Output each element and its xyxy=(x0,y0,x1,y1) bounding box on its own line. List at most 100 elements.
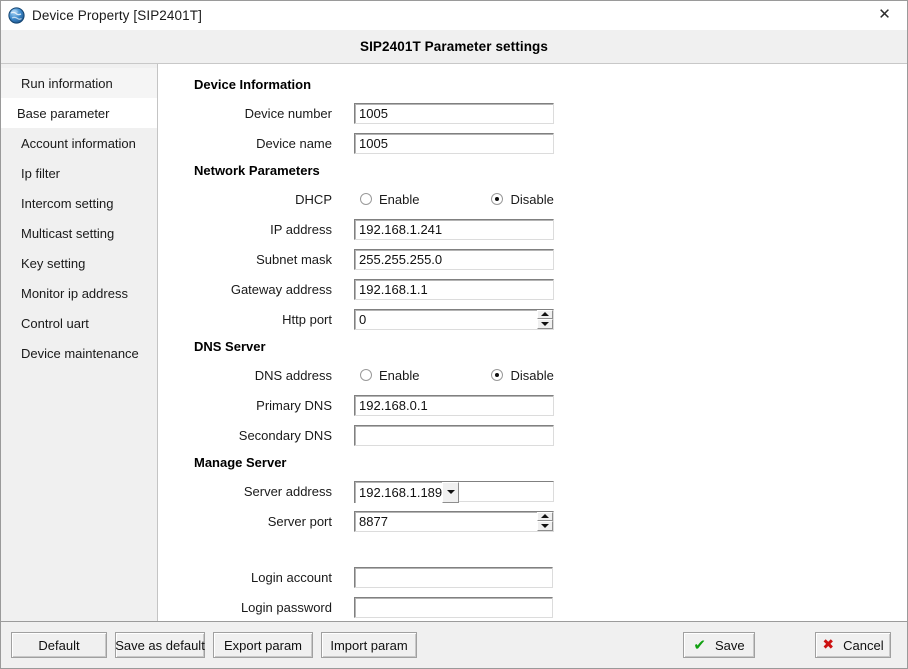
server-address-value[interactable]: 192.168.1.189 xyxy=(354,481,443,503)
default-button-label: Default xyxy=(38,637,80,653)
import-param-button[interactable]: Import param xyxy=(321,632,417,658)
field-row-device-name: Device name 1005 xyxy=(158,128,907,158)
server-port-decrement-button[interactable] xyxy=(537,521,553,531)
http-port-label: Http port xyxy=(282,311,332,327)
sidebar-item-label: Monitor ip address xyxy=(21,285,128,301)
sidebar-nav: Run information Base parameter Account i… xyxy=(1,64,158,621)
http-port-spin-buttons xyxy=(537,308,554,330)
field-row-secondary-dns: Secondary DNS xyxy=(158,420,907,450)
dhcp-disable-label: Disable xyxy=(510,191,554,207)
body-area: Run information Base parameter Account i… xyxy=(1,64,907,622)
server-address-label: Server address xyxy=(243,483,332,499)
sidebar-item-control-uart[interactable]: Control uart xyxy=(1,308,157,338)
form-spacer xyxy=(158,536,907,562)
sidebar-item-run-information[interactable]: Run information xyxy=(1,68,157,98)
section-title-network-parameters: Network Parameters xyxy=(194,163,320,178)
secondary-dns-input[interactable] xyxy=(354,424,554,446)
subnet-mask-label: Subnet mask xyxy=(256,251,332,267)
check-icon: ✔ xyxy=(693,635,706,654)
save-as-default-button[interactable]: Save as default xyxy=(115,632,205,658)
server-port-stepper[interactable]: 8877 xyxy=(354,510,554,532)
server-port-input[interactable]: 8877 xyxy=(354,510,537,532)
dns-disable-radio[interactable]: Disable xyxy=(491,367,554,383)
radio-checked-icon xyxy=(491,193,504,205)
sidebar-item-label: Base parameter xyxy=(17,105,110,121)
radio-unchecked-icon xyxy=(360,369,372,381)
chevron-down-icon xyxy=(446,490,455,494)
cancel-button[interactable]: ✖ Cancel xyxy=(815,632,891,658)
field-row-ip-address: IP address 192.168.1.241 xyxy=(158,214,907,244)
radio-checked-icon xyxy=(491,369,504,381)
dns-enable-label: Enable xyxy=(379,367,420,383)
gateway-address-input[interactable]: 192.168.1.1 xyxy=(354,278,554,300)
sidebar-item-label: Control uart xyxy=(21,315,89,331)
server-port-label: Server port xyxy=(267,513,332,529)
http-port-stepper[interactable]: 0 xyxy=(354,308,554,330)
settings-form: Device Information Device number 1005 De… xyxy=(158,64,907,621)
sidebar-item-multicast-setting[interactable]: Multicast setting xyxy=(1,218,157,248)
field-row-primary-dns: Primary DNS 192.168.0.1 xyxy=(158,390,907,420)
x-icon: ✖ xyxy=(822,637,835,653)
login-password-label: Login password xyxy=(240,599,332,615)
http-port-increment-button[interactable] xyxy=(537,309,553,319)
http-port-decrement-button[interactable] xyxy=(537,319,553,329)
sidebar-item-device-maintenance[interactable]: Device maintenance xyxy=(1,338,157,368)
ip-address-input[interactable]: 192.168.1.241 xyxy=(354,218,554,240)
subnet-mask-input[interactable]: 255.255.255.0 xyxy=(354,248,554,270)
server-address-dropdown-button[interactable] xyxy=(442,481,460,503)
radio-unchecked-icon xyxy=(360,193,372,205)
sidebar-item-label: Device maintenance xyxy=(21,345,139,361)
footer-button-bar: Default Save as default Export param Imp… xyxy=(1,622,907,668)
sidebar-item-account-information[interactable]: Account information xyxy=(1,128,157,158)
primary-dns-input[interactable]: 192.168.0.1 xyxy=(354,394,554,416)
globe-icon xyxy=(8,6,25,24)
save-button-label: Save xyxy=(714,637,745,653)
cancel-button-label: Cancel xyxy=(843,637,884,653)
chevron-down-icon xyxy=(541,321,549,326)
save-button[interactable]: ✔ Save xyxy=(683,632,755,658)
dns-enable-radio[interactable]: Enable xyxy=(360,368,419,383)
dhcp-enable-radio[interactable]: Enable xyxy=(360,192,419,207)
sidebar-item-base-parameter[interactable]: Base parameter xyxy=(1,98,157,128)
field-row-server-port: Server port 8877 xyxy=(158,506,907,536)
export-param-button-label: Export param xyxy=(223,637,303,653)
close-button[interactable]: ✕ xyxy=(862,1,907,28)
field-row-device-number: Device number 1005 xyxy=(158,98,907,128)
secondary-dns-label: Secondary DNS xyxy=(238,427,332,443)
save-as-default-button-label: Save as default xyxy=(115,637,205,653)
dhcp-label: DHCP xyxy=(295,191,332,207)
sidebar-item-intercom-setting[interactable]: Intercom setting xyxy=(1,188,157,218)
login-account-input[interactable] xyxy=(354,566,553,588)
chevron-down-icon xyxy=(541,523,549,528)
sidebar-item-label: Intercom setting xyxy=(21,195,114,211)
field-row-dhcp: DHCP Enable Disable xyxy=(158,184,907,214)
chevron-up-icon xyxy=(541,312,549,317)
primary-dns-label: Primary DNS xyxy=(256,397,332,413)
export-param-button[interactable]: Export param xyxy=(213,632,313,658)
server-address-combobox[interactable]: 192.168.1.189 xyxy=(354,480,554,503)
sidebar-item-key-setting[interactable]: Key setting xyxy=(1,248,157,278)
dhcp-enable-label: Enable xyxy=(379,191,420,207)
dhcp-disable-radio[interactable]: Disable xyxy=(491,191,554,207)
ip-address-label: IP address xyxy=(270,221,332,237)
field-row-http-port: Http port 0 xyxy=(158,304,907,334)
device-name-input[interactable]: 1005 xyxy=(354,132,554,154)
section-title-device-information: Device Information xyxy=(194,77,312,92)
dns-address-radio-group: Enable Disable xyxy=(354,368,554,383)
field-row-login-password: Login password xyxy=(158,592,907,621)
server-port-increment-button[interactable] xyxy=(537,511,553,521)
gateway-address-label: Gateway address xyxy=(230,281,332,297)
http-port-input[interactable]: 0 xyxy=(354,308,537,330)
login-password-input[interactable] xyxy=(354,596,553,618)
dns-address-label: DNS address xyxy=(254,367,332,383)
import-param-button-label: Import param xyxy=(330,637,408,653)
sidebar-item-label: Account information xyxy=(21,135,136,151)
section-title-dns-server: DNS Server xyxy=(194,339,266,354)
sidebar-item-ip-filter[interactable]: Ip filter xyxy=(1,158,157,188)
default-button[interactable]: Default xyxy=(11,632,107,658)
close-icon: ✕ xyxy=(878,5,891,23)
device-number-input[interactable]: 1005 xyxy=(354,102,554,124)
dns-disable-label: Disable xyxy=(510,367,554,383)
field-row-login-account: Login account xyxy=(158,562,907,592)
sidebar-item-monitor-ip-address[interactable]: Monitor ip address xyxy=(1,278,157,308)
